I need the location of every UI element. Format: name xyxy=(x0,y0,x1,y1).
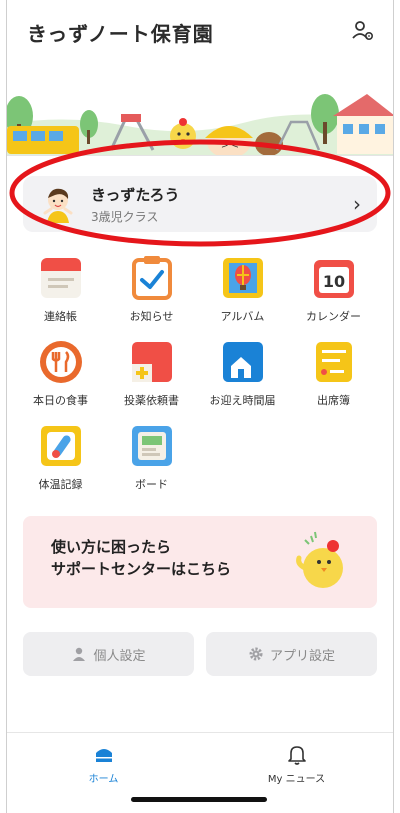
tab-my-news[interactable]: My ニュース xyxy=(200,733,393,792)
tile-label: お迎え時間届 xyxy=(209,394,276,407)
support-center-banner[interactable]: 使い方に困ったら サポートセンターはこちら xyxy=(23,516,377,608)
tile-label: お知らせ xyxy=(129,310,174,323)
attendance-icon xyxy=(315,342,352,382)
calendar-day: 10 xyxy=(322,272,344,291)
tile-contact-book[interactable]: 連絡帳 xyxy=(15,254,106,324)
app-header: きっずノート保育園 xyxy=(7,0,393,64)
switch-account-icon[interactable] xyxy=(349,18,377,46)
tile-temperature[interactable]: 体温記録 xyxy=(15,422,106,492)
tile-album[interactable]: アルバム xyxy=(197,254,288,324)
tile-meal[interactable]: 本日の食事 xyxy=(15,338,106,408)
tile-label: 連絡帳 xyxy=(44,310,77,323)
home-icon xyxy=(95,749,112,762)
app-frame: きっずノート保育園 > < きっずたろう 3歳児クラス › 連絡帳 お知らせ ア… xyxy=(6,0,394,813)
chevron-right-icon: › xyxy=(353,192,361,216)
calendar-icon: 10 xyxy=(313,260,354,298)
child-profile-card[interactable]: きっずたろう 3歳児クラス › xyxy=(23,176,377,232)
hero-banner: > < xyxy=(7,64,393,156)
settings-row: 個人設定 アプリ設定 xyxy=(23,632,377,676)
svg-text:> <: > < xyxy=(221,141,239,151)
child-class: 3歳児クラス xyxy=(91,209,159,224)
app-settings-button[interactable]: アプリ設定 xyxy=(206,632,377,676)
chick-mascot-icon xyxy=(296,531,343,588)
tab-home-label: ホーム xyxy=(88,774,119,785)
notice-icon xyxy=(131,256,172,300)
tile-label: カレンダー xyxy=(306,310,361,323)
tile-notice[interactable]: お知らせ xyxy=(106,254,197,324)
child-info: きっずたろう 3歳児クラス xyxy=(91,184,353,225)
tile-label: 体温記録 xyxy=(38,478,83,491)
tile-board[interactable]: ボード xyxy=(106,422,197,492)
tile-label: アルバム xyxy=(220,310,265,323)
tab-my-news-label: My ニュース xyxy=(267,774,326,785)
tile-label: 出席簿 xyxy=(317,394,350,407)
tile-label: 本日の食事 xyxy=(33,394,88,407)
home-indicator xyxy=(131,797,267,802)
bell-icon xyxy=(287,746,306,765)
app-title: きっずノート保育園 xyxy=(27,21,214,46)
tile-medicine[interactable]: 投薬依頼書 xyxy=(106,338,197,408)
notebook-icon xyxy=(40,258,81,298)
tile-attendance[interactable]: 出席簿 xyxy=(288,338,379,408)
tile-label: ボード xyxy=(135,478,168,491)
personal-settings-label: 個人設定 xyxy=(93,648,146,664)
person-icon xyxy=(73,647,86,661)
child-name: きっずたろう xyxy=(91,185,180,204)
app-settings-label: アプリ設定 xyxy=(269,648,335,664)
feature-grid: 連絡帳 お知らせ アルバム 10 カレンダー 本日の食事 投薬依頼書 お迎え時間… xyxy=(15,254,393,492)
tile-label: 投薬依頼書 xyxy=(124,394,179,407)
personal-settings-button[interactable]: 個人設定 xyxy=(23,632,194,676)
child-avatar xyxy=(43,188,73,223)
tile-calendar[interactable]: 10 カレンダー xyxy=(288,254,379,324)
tile-pickup[interactable]: お迎え時間届 xyxy=(197,338,288,408)
medicine-icon xyxy=(131,342,172,382)
nursery-illustration: > < xyxy=(7,64,393,155)
board-icon xyxy=(131,426,172,466)
gear-icon xyxy=(249,647,263,661)
bottom-tab-bar: ホーム My ニュース xyxy=(7,732,393,792)
tab-home[interactable]: ホーム xyxy=(7,733,200,792)
thermometer-icon xyxy=(40,426,81,466)
pickup-icon xyxy=(222,342,263,382)
album-icon xyxy=(222,258,263,298)
meal-icon xyxy=(39,341,82,383)
